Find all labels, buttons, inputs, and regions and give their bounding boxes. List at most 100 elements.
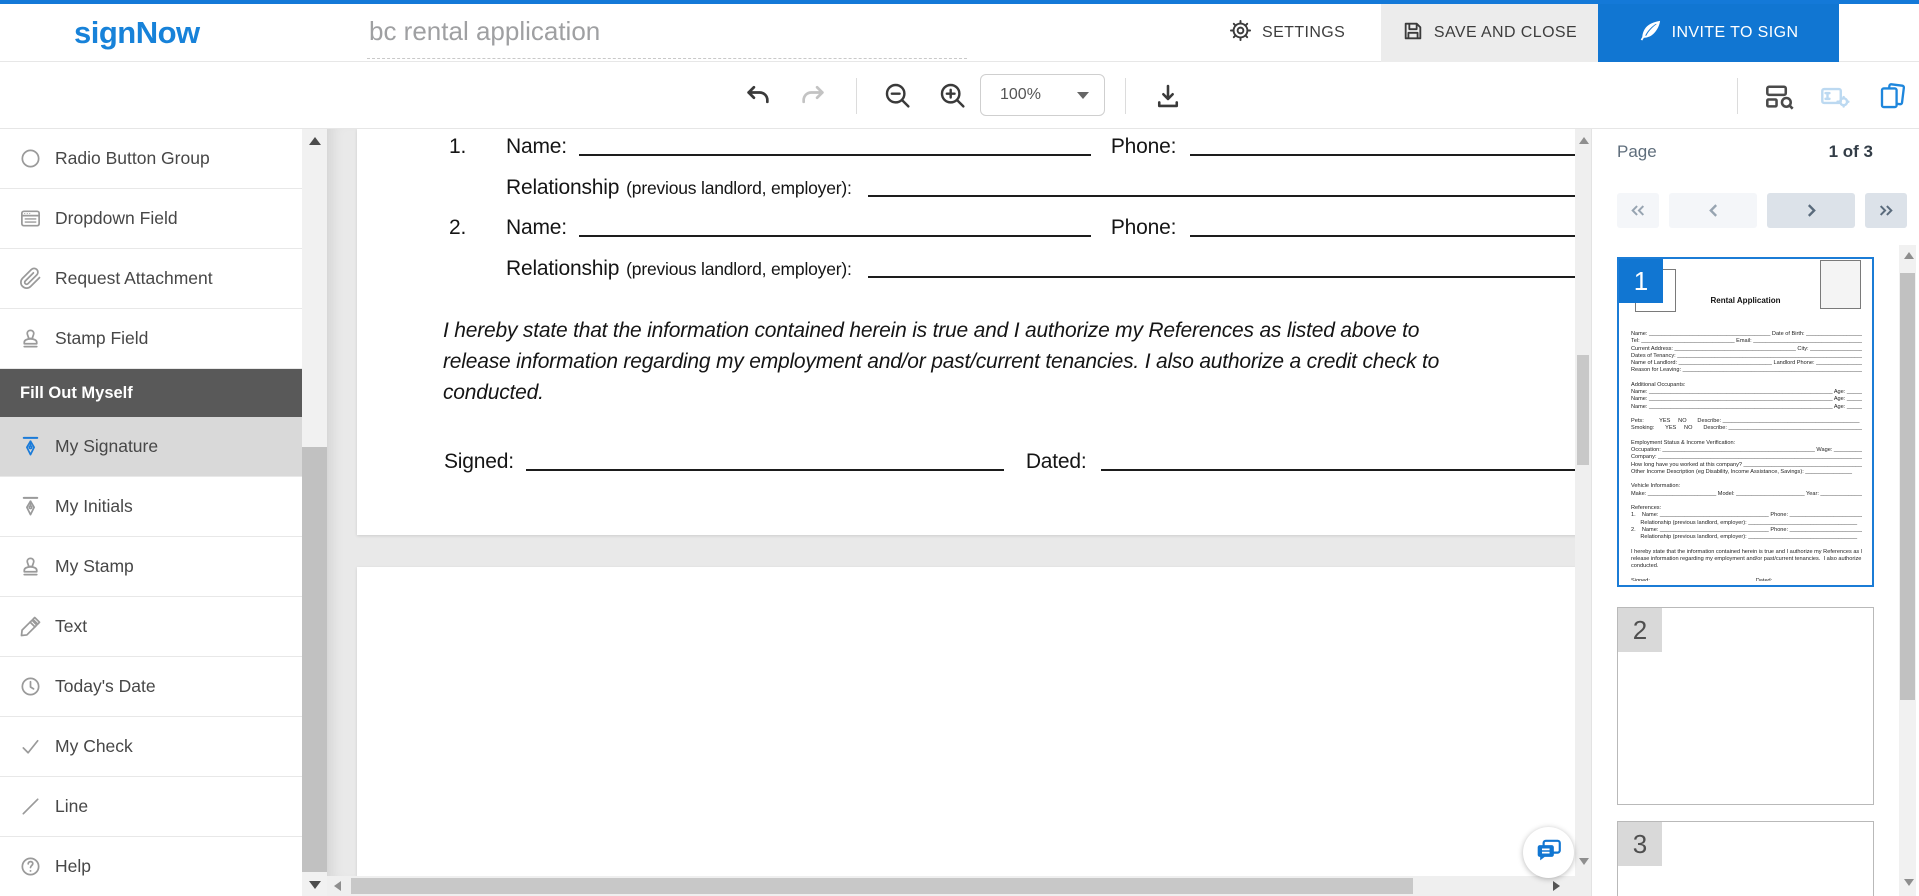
zoom-level-select[interactable]: 100%: [980, 74, 1105, 116]
save-and-close-button[interactable]: SAVE AND CLOSE: [1381, 4, 1598, 62]
sidebar-self-tools-group: My Signature My InitialsMy StampText Today…: [0, 417, 302, 896]
sidebar-item-request-attachment[interactable]: Request Attachment: [0, 249, 302, 309]
page-number-badge: 1: [1619, 259, 1663, 303]
document-title-input[interactable]: bc rental application: [369, 4, 600, 58]
first-page-button[interactable]: [1617, 193, 1659, 228]
document-hscrollbar-thumb[interactable]: [351, 878, 1413, 894]
sidebar-item-my-stamp[interactable]: My Stamp: [0, 537, 302, 597]
help-icon: [18, 855, 42, 879]
invite-to-sign-button[interactable]: INVITE TO SIGN: [1598, 4, 1839, 62]
sidebar-item-stamp-field[interactable]: Stamp Field: [0, 309, 302, 369]
zoom-out-button[interactable]: [880, 62, 914, 129]
panel-scroll-down-icon[interactable]: [1904, 879, 1914, 886]
name-line[interactable]: [579, 154, 1091, 156]
phone-line[interactable]: [1190, 235, 1575, 237]
sidebar-item-my-initials[interactable]: My Initials: [0, 477, 302, 537]
sidebar-item-label: My Signature: [55, 436, 158, 457]
thumbnail-form-line: Additional Occupants:: [1631, 382, 1862, 389]
relationship-hint: (previous landlord, employer):: [626, 178, 852, 199]
document-page-2[interactable]: [357, 567, 1575, 876]
dropdown-icon: [18, 207, 42, 231]
reference-entry: 1.Name:Phone:Relationship(previous landl…: [357, 129, 1575, 200]
sidebar-item-todays-date[interactable]: Today's Date: [0, 657, 302, 717]
thumbnail-form-lines: Name: __________________________________…: [1631, 331, 1862, 581]
thumbnail-form-line: Relationship (previous landlord, employe…: [1631, 534, 1862, 541]
sidebar-item-dropdown-field[interactable]: Dropdown Field: [0, 189, 302, 249]
thumbnail-form-line: Company: _______________________________…: [1631, 454, 1862, 461]
signed-line[interactable]: [526, 469, 1004, 471]
settings-button[interactable]: SETTINGS: [1205, 4, 1369, 62]
phone-line[interactable]: [1190, 154, 1575, 156]
sidebar-scrollbar-thumb[interactable]: [302, 447, 327, 872]
chat-button[interactable]: [1523, 827, 1574, 878]
thumbnail-form-line: release information regarding my employm…: [1631, 556, 1862, 563]
sidebar-item-label: My Check: [55, 736, 133, 757]
page-thumbnail-1[interactable]: 1 Rental Application Name: _____________…: [1617, 257, 1874, 587]
last-page-button[interactable]: [1865, 193, 1907, 228]
undo-button[interactable]: [741, 62, 775, 129]
document-scrollbar-thumb[interactable]: [1577, 355, 1589, 465]
download-button[interactable]: [1150, 62, 1186, 129]
field-settings-button[interactable]: [1815, 62, 1855, 129]
document-fields-search-button[interactable]: [1760, 62, 1800, 129]
thumbnail-form-line: How long have you worked at this company…: [1631, 462, 1862, 469]
thumbnail-form-line: Smoking: YES NO Describe: ______________…: [1631, 425, 1862, 432]
line-icon: [18, 795, 42, 819]
affidavit-line: conducted.: [443, 377, 1575, 408]
field-settings-icon: [1820, 82, 1850, 110]
affidavit-paragraph: I hereby state that the information cont…: [443, 315, 1575, 408]
panel-scroll-up-icon[interactable]: [1904, 252, 1914, 259]
sidebar-scroll-down-icon[interactable]: [309, 881, 321, 889]
chevron-right-icon: [1805, 203, 1818, 218]
document-scroll-up-icon[interactable]: [1579, 137, 1589, 144]
section-header-fill-out-myself: Fill Out Myself: [0, 369, 302, 417]
page-label: Page: [1617, 142, 1657, 162]
sidebar-item-line[interactable]: Line: [0, 777, 302, 837]
sidebar-item-label: Request Attachment: [55, 268, 213, 289]
document-scroll-down-icon[interactable]: [1579, 858, 1589, 865]
document-page-1[interactable]: 1.Name:Phone:Relationship(previous landl…: [357, 129, 1575, 535]
sidebar-item-my-signature[interactable]: My Signature: [0, 417, 302, 477]
gear-icon: [1229, 19, 1252, 47]
document-scroll-right-icon[interactable]: [1553, 881, 1560, 891]
dated-line[interactable]: [1101, 469, 1575, 471]
document-viewport: 1.Name:Phone:Relationship(previous landl…: [327, 129, 1575, 876]
next-page-button[interactable]: [1767, 193, 1855, 228]
sidebar-item-radio-button-group[interactable]: Radio Button Group: [0, 129, 302, 189]
fields-sidebar: Radio Button GroupDropdown Field Request …: [0, 129, 302, 896]
reference-relationship-row: Relationship(previous landlord, employer…: [357, 251, 1575, 281]
sidebar-item-my-check[interactable]: My Check: [0, 717, 302, 777]
signnow-editor: signNow bc rental application SETTINGS S…: [0, 0, 1919, 896]
relationship-line[interactable]: [868, 276, 1575, 278]
sidebar-scroll-up-icon[interactable]: [309, 137, 321, 145]
attachment-icon: [18, 267, 42, 291]
relationship-line[interactable]: [868, 195, 1575, 197]
thumbnail-form-line: Pets: YES NO Describe: _________________…: [1631, 418, 1862, 425]
settings-label: SETTINGS: [1262, 24, 1345, 42]
redo-button[interactable]: [796, 62, 830, 129]
document-scroll-left-icon[interactable]: [334, 881, 341, 891]
stamp-icon: [18, 327, 42, 351]
toolbar-separator: [1125, 78, 1126, 114]
sidebar-item-text[interactable]: Text: [0, 597, 302, 657]
panel-scrollbar-thumb[interactable]: [1900, 273, 1915, 700]
sidebar-item-help[interactable]: Help: [0, 837, 302, 896]
zoom-in-button[interactable]: [935, 62, 969, 129]
sidebar-item-label: Today's Date: [55, 676, 156, 697]
document-fields-search-icon: [1765, 82, 1795, 110]
thumbnail-form-line: Name: __________________________________…: [1631, 396, 1862, 403]
sidebar-item-label: Line: [55, 796, 88, 817]
signnow-logo[interactable]: signNow: [74, 4, 200, 62]
name-line[interactable]: [579, 235, 1091, 237]
phone-label: Phone:: [1111, 135, 1176, 159]
copy-pages-button[interactable]: [1872, 62, 1912, 129]
document-scrollbar-track[interactable]: [1575, 129, 1591, 876]
chevrons-left-icon: [1630, 203, 1646, 218]
page-thumbnail-2[interactable]: 2: [1617, 607, 1874, 805]
thumbnail-form-line: conducted.: [1631, 563, 1862, 570]
affidavit-line: I hereby state that the information cont…: [443, 315, 1575, 346]
previous-page-button[interactable]: [1669, 193, 1757, 228]
chevron-left-icon: [1707, 203, 1720, 218]
page-thumbnail-3[interactable]: 3: [1617, 821, 1874, 896]
zoom-out-icon: [883, 81, 912, 110]
